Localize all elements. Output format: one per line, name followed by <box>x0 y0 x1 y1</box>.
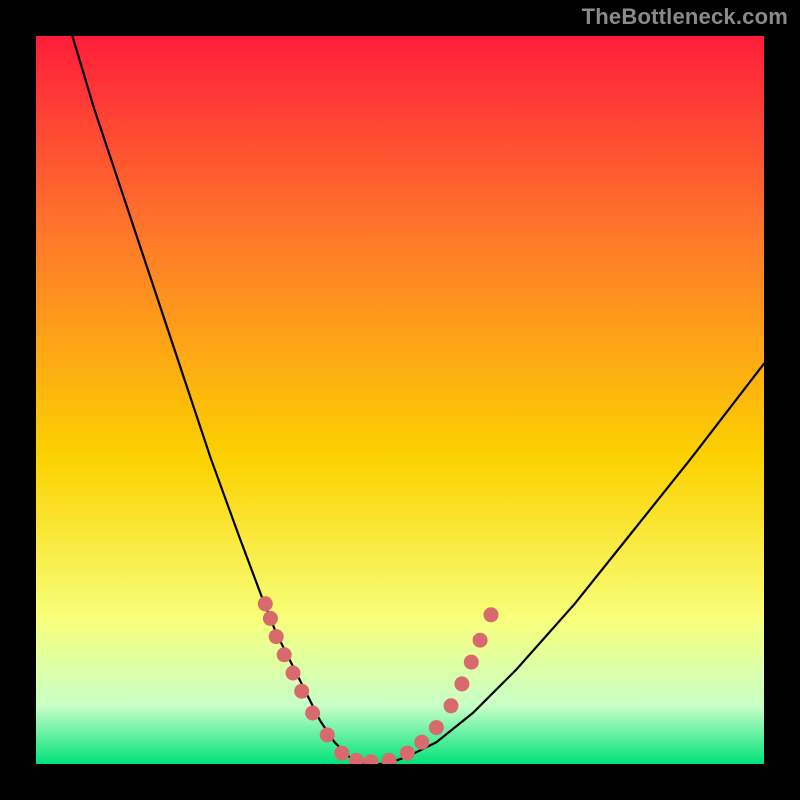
marker-dot <box>484 608 498 622</box>
marker-dot <box>400 746 414 760</box>
plot-area <box>36 36 764 764</box>
marker-dot <box>269 630 283 644</box>
marker-dot <box>306 706 320 720</box>
bottleneck-curve-path <box>72 36 764 764</box>
marker-dot <box>320 728 334 742</box>
marker-dot <box>349 753 363 764</box>
marker-dot <box>295 684 309 698</box>
marker-dot <box>364 755 378 764</box>
marker-dot <box>277 648 291 662</box>
watermark-text: TheBottleneck.com <box>582 4 788 30</box>
marker-dot <box>415 735 429 749</box>
marker-dot <box>258 597 272 611</box>
curve-layer <box>36 36 764 764</box>
chart-container: TheBottleneck.com <box>0 0 800 800</box>
marker-dot <box>382 753 396 764</box>
marker-dot <box>335 746 349 760</box>
bottleneck-curve <box>72 36 764 764</box>
marker-dots <box>258 597 498 764</box>
marker-dot <box>455 677 469 691</box>
marker-dot <box>286 666 300 680</box>
marker-dot <box>444 699 458 713</box>
marker-dot <box>464 655 478 669</box>
marker-dot <box>263 611 277 625</box>
marker-dot <box>429 721 443 735</box>
marker-dot <box>473 633 487 647</box>
